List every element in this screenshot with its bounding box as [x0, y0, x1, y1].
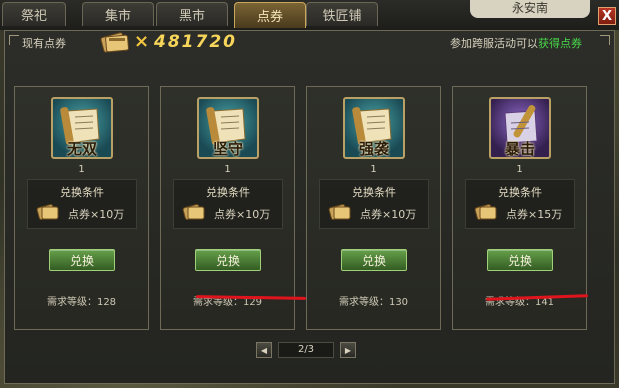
item-quantity: 1	[78, 164, 85, 175]
condition-box: 兑换条件 点券×10万	[27, 179, 137, 229]
currency-bar: 现有点券 × 481720 参加跨服活动可以获得点券	[14, 30, 602, 56]
close-button[interactable]: X	[598, 7, 616, 25]
condition-title: 兑换条件	[206, 186, 250, 199]
exchange-button[interactable]: 兑换	[487, 249, 553, 271]
tab-coupon[interactable]: 点券	[234, 2, 306, 28]
pagination: ◀ 2/3 ▶	[256, 342, 356, 360]
ticket-icon	[100, 32, 129, 53]
promo-prefix: 参加跨服活动可以	[450, 37, 538, 50]
exchange-card: 无双 1 兑换条件 点券×10万 兑换 需求等级：128	[14, 86, 149, 330]
item-scroll-icon[interactable]: 强袭	[343, 97, 405, 159]
get-coupon-link[interactable]: 获得点券	[538, 37, 582, 50]
condition-cost: 点券×10万	[68, 208, 125, 221]
level-requirement: 需求等级：128	[46, 297, 117, 308]
condition-title: 兑换条件	[60, 186, 104, 199]
item-scroll-icon[interactable]: 坚守	[197, 97, 259, 159]
condition-box: 兑换条件 点券×15万	[465, 179, 575, 229]
exchange-button[interactable]: 兑换	[195, 249, 261, 271]
currency-value: 481720	[154, 32, 237, 52]
item-quantity: 1	[516, 164, 523, 175]
condition-box: 兑换条件 点券×10万	[173, 179, 283, 229]
item-name: 暴击	[504, 140, 535, 158]
tab-blacksmith[interactable]: 铁匠铺	[306, 2, 378, 26]
tab-sacrifice[interactable]: 祭祀	[2, 2, 66, 26]
ticket-icon	[474, 204, 497, 220]
condition-box: 兑换条件 点券×10万	[319, 179, 429, 229]
tab-black-market[interactable]: 黑市	[156, 2, 228, 26]
item-scroll-icon[interactable]: 暴击	[489, 97, 551, 159]
exchange-card: 强袭 1 兑换条件 点券×10万 兑换 需求等级：130	[306, 86, 441, 330]
ticket-icon	[182, 204, 205, 220]
condition-title: 兑换条件	[352, 186, 396, 199]
level-requirement: 需求等级：130	[338, 297, 409, 308]
condition-title: 兑换条件	[498, 186, 542, 199]
item-name: 无双	[66, 140, 97, 158]
times-sign: ×	[134, 31, 150, 52]
ticket-icon	[328, 204, 351, 220]
promo-text: 参加跨服活动可以获得点券	[450, 35, 582, 51]
item-name: 强袭	[358, 140, 389, 158]
prev-page-button[interactable]: ◀	[256, 342, 272, 358]
tab-bar: 祭祀 集市 黑市 点券 铁匠铺 永安南 X	[0, 0, 619, 30]
currency-label: 现有点券	[22, 37, 66, 50]
exchange-card: 坚守 1 兑换条件 点券×10万 兑换 需求等级：129	[160, 86, 295, 330]
condition-cost: 点券×15万	[506, 208, 563, 221]
exchange-button[interactable]: 兑换	[49, 249, 115, 271]
exchange-button[interactable]: 兑换	[341, 249, 407, 271]
tab-market[interactable]: 集市	[82, 2, 154, 26]
next-page-button[interactable]: ▶	[340, 342, 356, 358]
item-name: 坚守	[212, 140, 243, 158]
page-indicator: 2/3	[278, 342, 334, 358]
item-quantity: 1	[224, 164, 231, 175]
condition-cost: 点券×10万	[214, 208, 271, 221]
item-scroll-icon[interactable]: 无双	[51, 97, 113, 159]
exchange-card: 暴击 1 兑换条件 点券×15万 兑换 需求等级：141	[452, 86, 587, 330]
condition-cost: 点券×10万	[360, 208, 417, 221]
ticket-icon	[36, 204, 59, 220]
location-label: 永安南	[470, 0, 590, 18]
item-quantity: 1	[370, 164, 377, 175]
